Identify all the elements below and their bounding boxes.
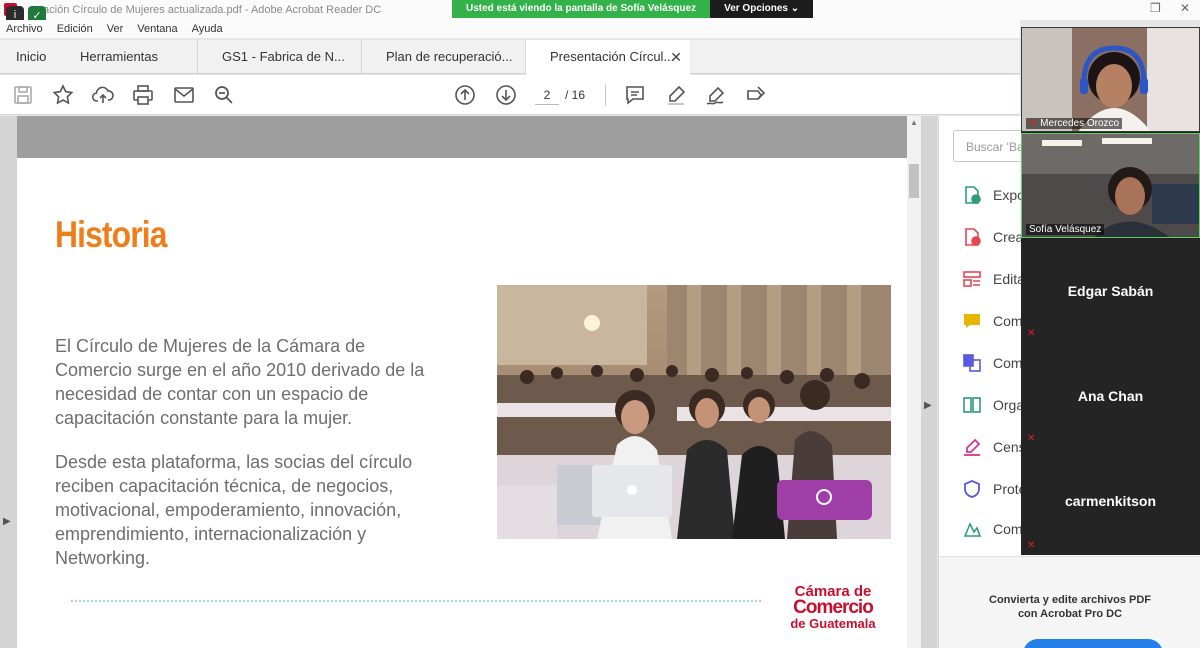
view-options-button[interactable]: Ver Opciones ⌄ bbox=[710, 0, 814, 18]
tool-edit-pdf[interactable]: Edita bbox=[961, 266, 1025, 292]
comment-tool-icon bbox=[961, 310, 983, 332]
toolbar-divider bbox=[605, 84, 606, 106]
slide-photo bbox=[497, 285, 891, 539]
muted-mic-icon: ✕ bbox=[1027, 328, 1036, 339]
zoom-search-icon[interactable] bbox=[212, 83, 236, 107]
promo-text: Convierta y edite archivos PDF con Acrob… bbox=[939, 593, 1200, 621]
participant-name: Edgar Sabán bbox=[1067, 283, 1154, 299]
fill-sign-icon[interactable] bbox=[744, 83, 768, 107]
muted-mic-icon: ✕ bbox=[1029, 118, 1038, 129]
logo-line-3: de Guatemala bbox=[790, 616, 876, 631]
tool-compare[interactable]: Com bbox=[961, 516, 1023, 542]
tool-combine-files[interactable]: Com bbox=[961, 350, 1023, 376]
save-icon[interactable] bbox=[11, 83, 35, 107]
next-page-icon[interactable] bbox=[494, 83, 518, 107]
protect-icon bbox=[961, 478, 983, 500]
menu-bar: Archivo Edición Ver Ventana Ayuda bbox=[0, 20, 1020, 38]
tool-label: Crea bbox=[993, 229, 1024, 245]
tool-label: Com bbox=[993, 355, 1023, 371]
restore-window-icon[interactable]: ❐ bbox=[1150, 1, 1161, 15]
scroll-up-icon[interactable]: ▲ bbox=[910, 118, 918, 127]
screen-share-banner: Usted está viendo la pantalla de Sofía V… bbox=[452, 0, 814, 18]
participant-name: Ana Chan bbox=[1077, 388, 1144, 404]
tool-redact[interactable]: Cens bbox=[961, 434, 1026, 460]
dotted-divider bbox=[71, 600, 761, 602]
screen: { "window": { "title": "tación Círculo d… bbox=[0, 0, 1200, 648]
comment-icon[interactable] bbox=[623, 83, 647, 107]
pdf-page: Historia El Círculo de Mujeres de la Cám… bbox=[17, 116, 907, 648]
promo-line-1: Convierta y edite archivos PDF bbox=[989, 594, 1151, 606]
participant-tile[interactable]: Ana Chan ✕ bbox=[1021, 344, 1200, 448]
tab-gs1-document[interactable]: GS1 - Fabrica de N... bbox=[197, 40, 361, 74]
cloud-upload-icon[interactable] bbox=[91, 83, 115, 107]
slide-paragraph-2: Desde esta plataforma, las socias del cí… bbox=[55, 452, 413, 568]
share-message: Usted está viendo la pantalla de Sofía V… bbox=[452, 0, 711, 18]
logo-line-2: Comercio bbox=[793, 597, 874, 618]
edit-pdf-icon bbox=[961, 268, 983, 290]
participant-tile[interactable]: ✕ Mercedes Orozco bbox=[1021, 27, 1200, 132]
promo-trial-button[interactable] bbox=[1023, 639, 1163, 648]
vertical-scrollbar[interactable]: ▲ bbox=[907, 116, 921, 648]
menu-ventana[interactable]: Ventana bbox=[137, 20, 177, 38]
tool-create-pdf[interactable]: Crea bbox=[961, 224, 1023, 250]
participant-name: Sofía Velásquez bbox=[1026, 224, 1105, 235]
menu-edicion[interactable]: Edición bbox=[57, 20, 93, 38]
participant-name: carmenkitson bbox=[1064, 493, 1157, 509]
tool-organize-pages[interactable]: Orga bbox=[961, 392, 1024, 418]
slide-top-band bbox=[17, 116, 907, 158]
tool-protect[interactable]: Prote bbox=[961, 476, 1026, 502]
combine-files-icon bbox=[961, 352, 983, 374]
highlight-pen-icon[interactable] bbox=[664, 83, 688, 107]
tab-label: Presentación Círcul... bbox=[550, 49, 675, 64]
menu-ayuda[interactable]: Ayuda bbox=[192, 20, 223, 38]
camara-comercio-logo: Cámara de Comercio de Guatemala bbox=[781, 584, 885, 632]
scrollbar-thumb[interactable] bbox=[909, 164, 919, 198]
participant-tile[interactable]: Edgar Sabán ✕ bbox=[1021, 239, 1200, 343]
acrobat-toolbar: 2 / 16 bbox=[0, 75, 1020, 115]
left-pane-toggle-icon[interactable]: ▶ bbox=[3, 516, 11, 527]
tools-pane-toggle-icon[interactable]: ▶ bbox=[924, 400, 932, 411]
acrobat-pro-promo: Convierta y edite archivos PDF con Acrob… bbox=[939, 556, 1200, 648]
tab-plan-document[interactable]: Plan de recuperació... bbox=[361, 40, 525, 74]
tab-close-icon[interactable]: ✕ bbox=[670, 40, 682, 74]
tool-label: Orga bbox=[993, 397, 1025, 413]
compare-icon bbox=[961, 518, 983, 540]
close-window-icon[interactable]: ✕ bbox=[1180, 1, 1190, 15]
tab-bar: Inicio Herramientas GS1 - Fabrica de N..… bbox=[0, 40, 1020, 75]
page-number-input[interactable]: 2 bbox=[535, 85, 559, 105]
tab-label: GS1 - Fabrica de N... bbox=[222, 49, 345, 64]
tab-label: Plan de recuperació... bbox=[386, 49, 513, 64]
participant-tile[interactable]: carmenkitson ✕ bbox=[1021, 449, 1200, 555]
slide-heading: Historia bbox=[55, 214, 167, 255]
tool-comment[interactable]: Com bbox=[961, 308, 1023, 334]
tool-label: Com bbox=[993, 313, 1023, 329]
create-pdf-icon bbox=[961, 226, 983, 248]
organize-pages-icon bbox=[961, 394, 983, 416]
promo-line-2: con Acrobat Pro DC bbox=[1017, 608, 1123, 620]
sign-icon[interactable] bbox=[704, 83, 728, 107]
participant-name-text: Mercedes Orozco bbox=[1040, 118, 1120, 129]
redact-icon bbox=[961, 436, 983, 458]
bookmark-star-icon[interactable] bbox=[51, 83, 75, 107]
previous-page-icon[interactable] bbox=[453, 83, 477, 107]
tool-label: Com bbox=[993, 521, 1023, 537]
page-total: / 16 bbox=[565, 88, 586, 102]
export-pdf-icon bbox=[961, 184, 983, 206]
muted-mic-icon: ✕ bbox=[1027, 540, 1036, 551]
participant-name: ✕ Mercedes Orozco bbox=[1026, 118, 1123, 129]
menu-ver[interactable]: Ver bbox=[107, 20, 124, 38]
participants-panel: ✕ Mercedes Orozco Sofía Velásquez Edgar … bbox=[1021, 27, 1200, 555]
slide-paragraph-1: El Círculo de Mujeres de la Cámara de Co… bbox=[55, 336, 425, 428]
participant-tile[interactable]: Sofía Velásquez bbox=[1021, 133, 1200, 238]
tab-inicio[interactable]: Inicio bbox=[16, 40, 76, 74]
print-icon[interactable] bbox=[131, 83, 155, 107]
muted-mic-icon: ✕ bbox=[1027, 433, 1036, 444]
menu-archivo[interactable]: Archivo bbox=[6, 20, 43, 38]
window-title: tación Círculo de Mujeres actualizada.pd… bbox=[40, 4, 382, 16]
tool-export-pdf[interactable]: Expo bbox=[961, 182, 1025, 208]
tab-herramientas[interactable]: Herramientas bbox=[80, 40, 190, 74]
mail-icon[interactable] bbox=[172, 83, 196, 107]
tab-presentacion-document[interactable]: Presentación Círcul... ✕ bbox=[525, 40, 690, 75]
